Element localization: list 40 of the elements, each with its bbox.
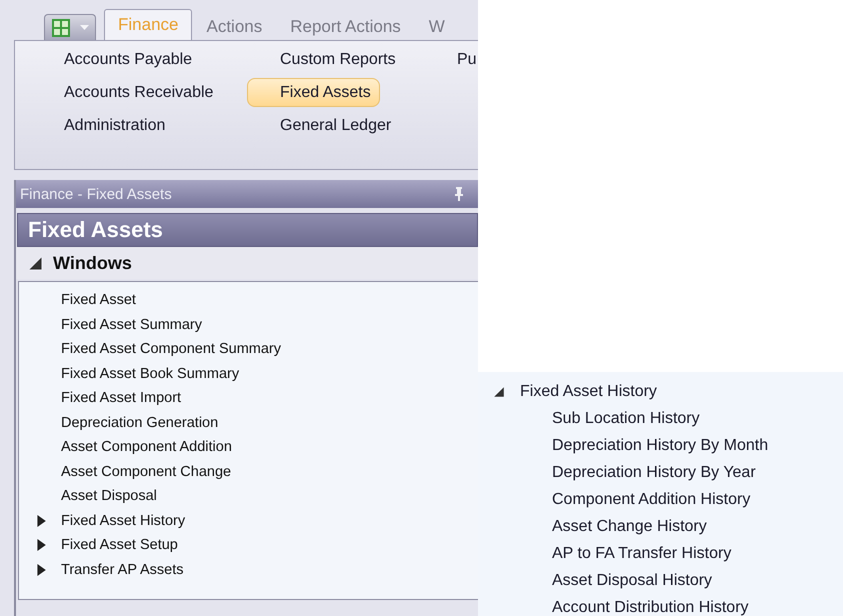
tree-item[interactable]: Sub Location History — [552, 410, 700, 428]
expanded-triangle-icon[interactable] — [28, 256, 43, 270]
tree-item[interactable]: Asset Component Addition — [61, 439, 232, 456]
collapsed-triangle-icon[interactable] — [35, 539, 47, 552]
tree-item[interactable]: Fixed Asset Book Summary — [61, 366, 240, 382]
expanded-triangle-icon[interactable] — [493, 386, 505, 398]
tree-item[interactable]: Asset Disposal — [61, 488, 157, 504]
tree-item[interactable]: Component Addition History — [552, 490, 750, 508]
tree-item[interactable]: Asset Change History — [552, 518, 707, 536]
application-menu-button[interactable] — [44, 14, 96, 40]
tree-item[interactable]: Depreciation Generation — [61, 414, 218, 431]
ribbon-item[interactable]: Accounts Payable — [31, 45, 202, 74]
tree-item[interactable]: Depreciation History By Year — [552, 464, 756, 482]
tree-item[interactable]: Fixed Asset Import — [61, 390, 182, 406]
tree-folder[interactable]: Transfer AP Assets — [61, 562, 184, 578]
tree-item[interactable]: Asset Disposal History — [552, 572, 712, 590]
tree-item[interactable]: Account Distribution History — [552, 598, 749, 616]
tree-item[interactable]: Depreciation History By Month — [552, 436, 768, 454]
panel-heading: Fixed Assets — [17, 213, 478, 247]
tree-item[interactable]: Fixed Asset Summary — [61, 316, 202, 333]
ribbon-item[interactable]: General Ledger — [247, 111, 400, 140]
tree-item[interactable]: Fixed Asset Component Summary — [61, 341, 282, 358]
tree-item[interactable]: AP to FA Transfer History — [552, 544, 732, 562]
ribbon-item[interactable]: Custom Reports — [247, 45, 405, 74]
collapsed-triangle-icon[interactable] — [35, 564, 47, 576]
tree-folder[interactable]: Fixed Asset History — [61, 512, 186, 529]
pin-icon[interactable] — [454, 187, 464, 201]
tree-folder[interactable]: Fixed Asset History — [520, 382, 657, 400]
collapsed-triangle-icon[interactable] — [35, 514, 47, 527]
panel-title: Finance - Fixed Assets — [20, 186, 172, 202]
section-header[interactable]: Windows — [53, 252, 132, 274]
tree-item[interactable]: Asset Component Change — [61, 464, 232, 480]
ribbon-item[interactable]: Accounts Receivable — [31, 78, 222, 107]
tree-folder[interactable]: Fixed Asset Setup — [61, 537, 178, 554]
tree-item[interactable]: Fixed Asset — [61, 292, 136, 308]
ribbon-item[interactable]: Fixed Assets — [247, 78, 380, 107]
grid-icon — [52, 18, 70, 36]
ribbon-item[interactable]: Administration — [31, 111, 174, 140]
ribbon-item[interactable]: Pu — [424, 45, 478, 74]
caret-icon — [80, 25, 88, 30]
